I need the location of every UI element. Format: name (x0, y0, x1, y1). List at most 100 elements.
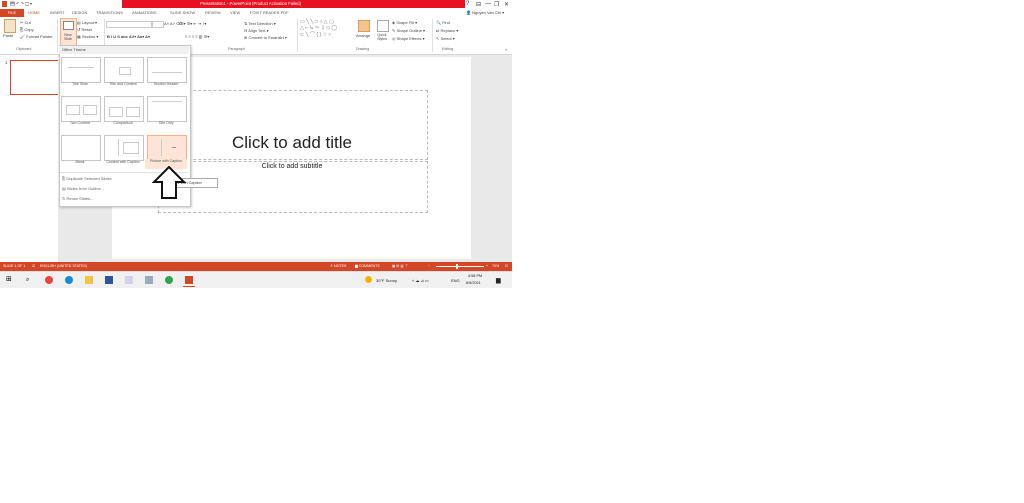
shape-outline-button[interactable]: ✎ Shape Outline ▾ (392, 28, 425, 33)
font-name-box[interactable] (106, 21, 152, 28)
view-buttons[interactable]: ▣ ⊞ ▥ ⊤ (392, 264, 408, 268)
comments-button[interactable]: ▆ COMMENTS (355, 264, 380, 268)
paragraph-buttons-row1[interactable]: ☰▾ ☰▾ ⇤ ⇥ ↕▾ (180, 21, 206, 26)
app-icon[interactable] (145, 276, 153, 284)
tab-transitions[interactable]: TRANSITIONS (96, 10, 123, 15)
slide-counter: SLIDE 1 OF 1 (3, 264, 26, 268)
layout-label: Title Slide (72, 82, 88, 86)
align-text-button[interactable]: ⊟ Align Text ▾ (244, 28, 269, 33)
tab-slide-show[interactable]: SLIDE SHOW (170, 10, 195, 15)
layout-section-header[interactable] (147, 57, 187, 83)
sun-icon (365, 276, 372, 283)
zoom-level[interactable]: 70% (492, 264, 499, 268)
fit-slide-icon[interactable]: ⊡ (505, 264, 508, 268)
zoom-slider-thumb[interactable] (456, 264, 458, 269)
text-direction-button[interactable]: ⇅ Text Direction ▾ (244, 21, 276, 26)
language-indicator[interactable]: ENGLISH (UNITED STATES) (40, 264, 87, 268)
collapse-ribbon-icon[interactable]: ˄ (505, 47, 507, 52)
powerpoint-taskbar-icon[interactable] (185, 276, 193, 284)
edge-icon[interactable] (65, 276, 73, 284)
chrome-icon[interactable] (45, 276, 53, 284)
notification-icon[interactable]: ▆ (496, 277, 501, 284)
layout-line (152, 101, 182, 102)
close-button[interactable]: ✕ (504, 1, 509, 8)
arrange-button[interactable]: Arrange (356, 33, 370, 38)
slide-number: 1 (5, 60, 8, 65)
search-icon[interactable]: ⌕ (26, 276, 34, 284)
layout-content-with-caption[interactable] (104, 135, 144, 161)
layout-comparison[interactable] (104, 96, 144, 122)
tray-icons[interactable]: ˄ ☁ ⊿ ▭ (412, 278, 429, 283)
notes-button[interactable]: ≙ NOTES (330, 264, 346, 268)
tab-design[interactable]: DESIGN (72, 10, 87, 15)
taskbar (0, 271, 512, 288)
user-account[interactable]: 👤 Nguyen Van Chi ▾ (466, 10, 504, 15)
language-label[interactable]: ENG (451, 278, 460, 283)
font-format-buttons[interactable]: B I U S abc AV▾ Aa▾ A▾ (107, 34, 150, 39)
subtitle-placeholder-text: Click to add subtitle (261, 163, 323, 170)
font-size-box[interactable] (152, 21, 164, 28)
picture-icon (172, 147, 176, 148)
windows-start-icon[interactable]: ⊞ (6, 276, 14, 284)
layout-title-and-content[interactable] (104, 57, 144, 83)
paste-icon[interactable] (4, 19, 16, 33)
weather-text[interactable]: 30°F Sunny (376, 278, 397, 283)
tab-foxit-reader-pdf[interactable]: FOXIT READER PDF (250, 10, 289, 15)
zoom-slider-track[interactable] (436, 266, 484, 267)
shape-effects-button[interactable]: ◎ Shape Effects ▾ (392, 36, 425, 41)
slides-from-outline-item[interactable]: ▤ Slides from Outline... (62, 186, 104, 191)
tab-review[interactable]: REVIEW (205, 10, 221, 15)
select-button[interactable]: ↖ Select ▾ (436, 36, 455, 41)
content-icon (66, 105, 80, 115)
find-button[interactable]: 🔍 Find (436, 20, 450, 25)
zoom-in-icon[interactable]: + (486, 264, 488, 268)
shapes-gallery[interactable]: ▭ ╲ ╲ □ ○ △ ▢ △ ⌐ ↳ ⇨ ⇩ ◇ ◯ ⊂ ╲ ⌒ { } ☆ ▿ (300, 19, 337, 38)
screen: 💾 ↶ ↷ 🖵 ▾ Presentation1 - PowerPoint (Pr… (0, 0, 512, 288)
spellcheck-icon[interactable]: ☑ (32, 264, 35, 268)
reset-button[interactable]: ↺ Reset (77, 27, 92, 32)
duplicate-slides-item[interactable]: ⎘ Duplicate Selected Slides (62, 176, 112, 181)
convert-smartart-button[interactable]: ⊞ Convert to SmartArt ▾ (244, 35, 287, 40)
replace-button[interactable]: ⇄ Replace ▾ (436, 28, 458, 33)
cut-button[interactable]: ✂ Cut (20, 20, 31, 25)
quick-styles-button[interactable]: Quick Styles (373, 33, 391, 41)
layout-label: Title and Content (109, 82, 137, 86)
tab-insert[interactable]: INSERT (50, 10, 65, 15)
content-icon (119, 67, 131, 75)
layout-label: Title Only (158, 121, 174, 125)
clock-time[interactable]: 4:58 PM (468, 274, 482, 278)
section-button[interactable]: ▦ Section ▾ (77, 34, 98, 39)
clock-date[interactable]: 6/5/2021 (466, 281, 481, 285)
restore-button[interactable]: ❐ (494, 1, 499, 8)
layout-blank[interactable] (61, 135, 101, 161)
shape-fill-button[interactable]: ◈ Shape Fill ▾ (392, 20, 417, 25)
paragraph-buttons-row2[interactable]: ≡ ≡ ≡ ≡ ▥ ☰▾ (185, 34, 209, 39)
user-icon: 👤 (466, 10, 471, 15)
separator (432, 19, 433, 52)
layout-picture-with-caption[interactable] (147, 135, 187, 161)
copy-button[interactable]: ⎘ Copy (20, 27, 34, 32)
ribbon-display-icon[interactable]: ⊟ (476, 1, 481, 8)
layout-two-content[interactable] (61, 96, 101, 122)
tab-file[interactable]: FILE (0, 9, 24, 17)
app-icon[interactable] (125, 276, 133, 284)
layout-line (152, 72, 182, 73)
app-icon[interactable] (165, 276, 173, 284)
tab-home[interactable]: HOME (28, 10, 40, 15)
paste-label[interactable]: Paste (3, 33, 13, 38)
quick-access-toolbar[interactable]: 💾 ↶ ↷ 🖵 ▾ (10, 1, 32, 6)
file-explorer-icon[interactable] (85, 276, 93, 284)
layout-title-only[interactable] (147, 96, 187, 122)
tab-animations[interactable]: ANIMATIONS (132, 10, 157, 15)
reuse-slides-item[interactable]: ↻ Reuse Slides... (62, 196, 93, 201)
slide-thumbnail[interactable] (10, 60, 61, 95)
format-painter-button[interactable]: 🖌 Format Painter (20, 34, 53, 39)
layout-button[interactable]: ▤ Layout ▾ (77, 20, 97, 25)
word-icon[interactable] (105, 276, 113, 284)
layout-label: Two Content (69, 121, 91, 125)
minimize-button[interactable]: — (485, 1, 491, 7)
tab-view[interactable]: VIEW (230, 10, 240, 15)
help-icon[interactable]: ? (466, 1, 469, 7)
layout-title-slide[interactable] (61, 57, 101, 83)
zoom-out-icon[interactable]: − (428, 264, 430, 268)
